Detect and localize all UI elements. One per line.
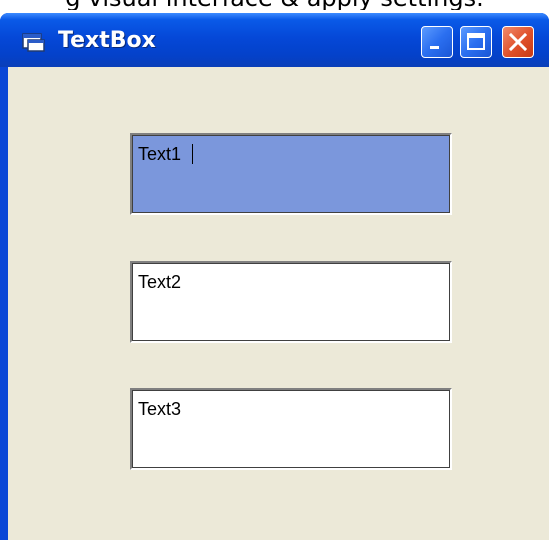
- page-caption: g visual interface & apply settings.: [0, 0, 549, 10]
- textbox-window: TextBox Text1 Text2 Text3: [0, 13, 549, 540]
- text2-value: Text2: [138, 272, 182, 292]
- text2-textbox[interactable]: Text2: [130, 261, 452, 343]
- text-caret: [192, 144, 193, 164]
- minimize-button[interactable]: [421, 26, 453, 58]
- text1-value: Text1: [138, 144, 182, 164]
- form-client-area: Text1 Text2 Text3: [8, 67, 549, 540]
- text3-textbox[interactable]: Text3: [130, 388, 452, 470]
- text3-value: Text3: [138, 399, 182, 419]
- close-button[interactable]: [502, 26, 534, 58]
- close-icon: [508, 32, 528, 52]
- window-title: TextBox: [58, 28, 156, 53]
- text1-textbox[interactable]: Text1: [130, 133, 452, 215]
- title-bar[interactable]: TextBox: [0, 13, 549, 67]
- form-icon[interactable]: [22, 33, 46, 53]
- minimize-icon: [430, 46, 439, 49]
- maximize-icon: [467, 33, 485, 50]
- maximize-button[interactable]: [460, 26, 492, 58]
